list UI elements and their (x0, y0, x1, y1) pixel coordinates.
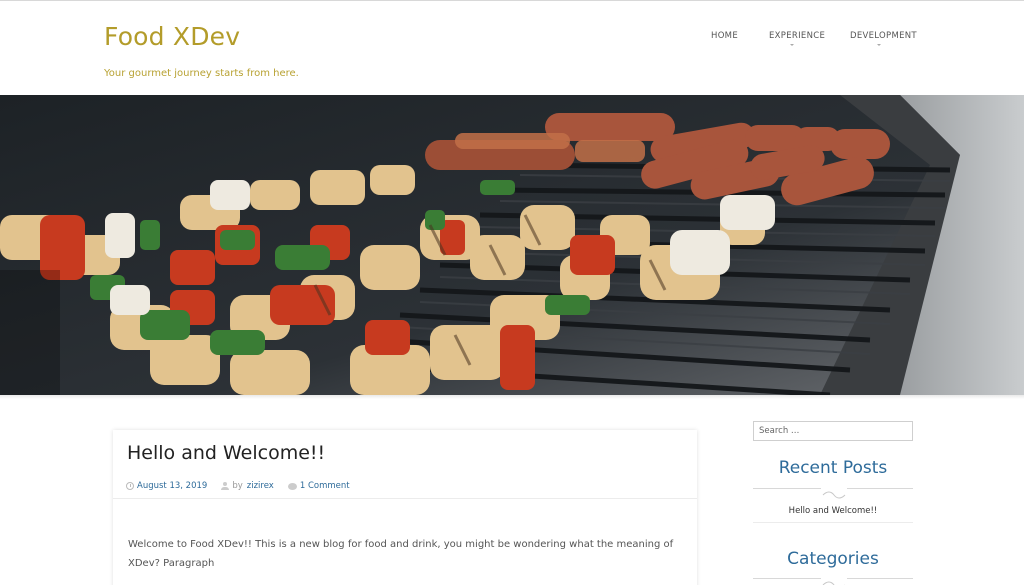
flourish-icon (821, 574, 847, 585)
search-input[interactable] (753, 421, 913, 441)
post-card: Hello and Welcome!! August 13, 2019 by z… (113, 430, 697, 585)
comment-icon (287, 482, 297, 490)
post-meta: August 13, 2019 by zizirex 1 Comment (126, 481, 350, 491)
nav-item-experience[interactable]: EXPERIENCE (769, 31, 826, 46)
post-by-label: by (232, 481, 243, 491)
main-navigation: HOME EXPERIENCE DEVELOPMENT (0, 31, 1024, 51)
recent-post-item[interactable]: Hello and Welcome!! (753, 506, 913, 516)
post-date-link[interactable]: August 13, 2019 (137, 481, 207, 491)
flourish-icon (821, 484, 847, 499)
post-comments-link[interactable]: 1 Comment (300, 481, 350, 491)
post-divider (113, 498, 697, 499)
hero-image (0, 95, 1024, 395)
user-icon (221, 482, 230, 490)
categories-title: Categories (787, 549, 879, 569)
nav-item-development[interactable]: DEVELOPMENT (850, 31, 917, 46)
site-tagline: Your gourmet journey starts from here. (104, 68, 299, 79)
nav-item-development-label: DEVELOPMENT (850, 31, 917, 41)
recent-posts-title: Recent Posts (778, 458, 888, 478)
post-title[interactable]: Hello and Welcome!! (127, 442, 325, 464)
chevron-down-icon (790, 44, 794, 46)
top-border (0, 0, 1024, 1)
hero-shadow (0, 395, 1024, 399)
recent-posts-item-rule (753, 522, 913, 523)
nav-item-home[interactable]: HOME (711, 31, 738, 41)
nav-item-experience-label: EXPERIENCE (769, 31, 826, 41)
chevron-down-icon (877, 44, 881, 46)
clock-icon (126, 482, 134, 490)
nav-item-home-label: HOME (711, 31, 738, 41)
post-excerpt: Welcome to Food XDev!! This is a new blo… (128, 539, 674, 569)
post-author-link[interactable]: zizirex (247, 481, 274, 491)
hero-illustration (0, 95, 1024, 395)
